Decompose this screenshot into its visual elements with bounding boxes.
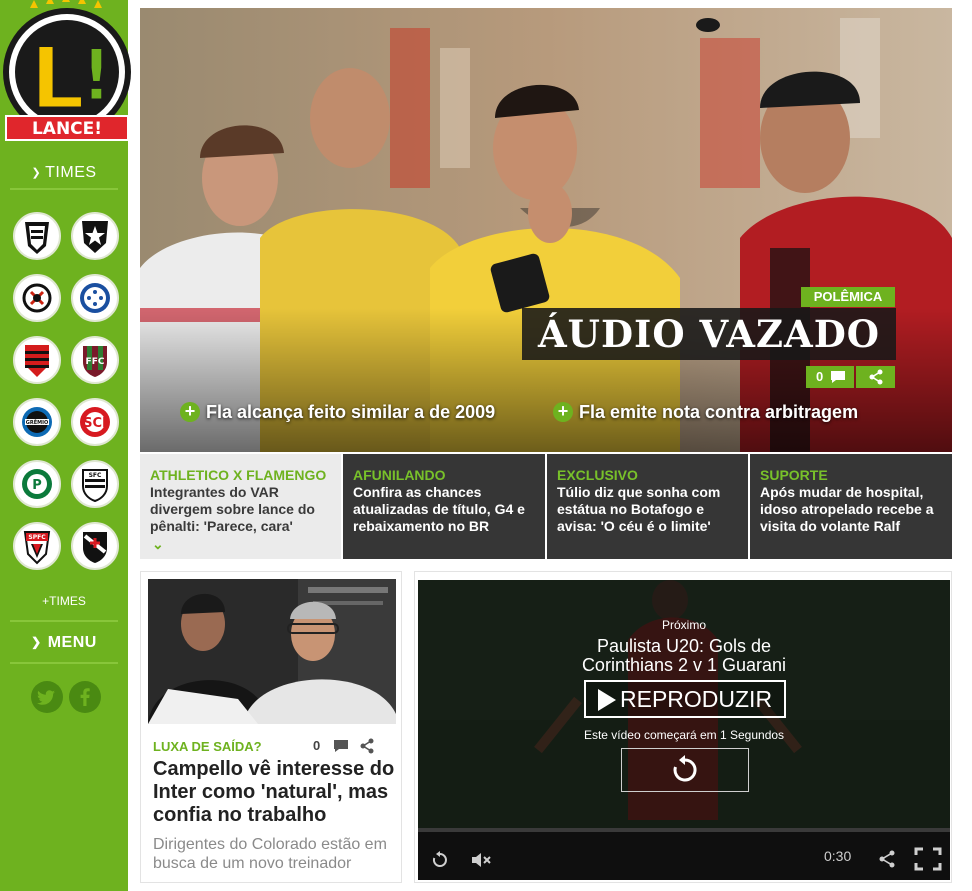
svg-text:SPFC: SPFC xyxy=(28,534,46,541)
sao-paulo-crest-icon[interactable]: SPFC xyxy=(13,522,61,570)
divider xyxy=(10,188,118,190)
plus-icon: + xyxy=(180,402,200,422)
next-video-label: Próximo xyxy=(661,618,706,632)
chevron-right-icon: ❯ xyxy=(31,635,42,649)
card-headline[interactable]: Campello vê interesse do Inter como 'nat… xyxy=(153,758,398,827)
news-tile[interactable]: ATHLETICO X FLAMENGO Integrantes do VAR … xyxy=(140,454,341,559)
plus-icon: + xyxy=(553,402,573,422)
tile-headline: Túlio diz que sonha com estátua no Botaf… xyxy=(557,484,721,534)
svg-text:SCI: SCI xyxy=(83,416,107,431)
news-tile[interactable]: SUPORTE Após mudar de hospital, idoso at… xyxy=(750,454,952,559)
hero-title[interactable]: ÁUDIO VAZADO xyxy=(522,308,896,360)
share-icon[interactable] xyxy=(878,850,896,868)
times-toggle[interactable]: ❯ TIMES xyxy=(0,160,128,186)
video-frame: Próximo Paulista U20: Gols de Corinthian… xyxy=(418,580,950,880)
hero-actions: 0 xyxy=(806,366,895,388)
corinthians-crest-icon[interactable] xyxy=(13,274,61,322)
twitter-icon[interactable] xyxy=(31,681,63,713)
tile-headline: Confira as chances atualizadas de título… xyxy=(353,484,525,534)
chevron-down-icon: ⌄ xyxy=(152,536,164,552)
news-tile[interactable]: EXCLUSIVO Túlio diz que sonha com estátu… xyxy=(547,454,748,559)
divider xyxy=(10,620,118,622)
tile-kicker: AFUNILANDO xyxy=(353,467,446,483)
vasco-crest-icon[interactable] xyxy=(71,522,119,570)
comment-count: 0 xyxy=(816,369,824,384)
sidebar: L ! LANCE! ❯ TIMES FFC GRÊMIO SCI P SFC S… xyxy=(0,0,131,891)
progress-bar[interactable] xyxy=(418,828,950,832)
hero-related-link-1[interactable]: + Fla alcança feito similar a de 2009 xyxy=(180,402,495,423)
video-time: 0:30 xyxy=(824,848,852,864)
next-video-title: Paulista U20: Gols de Corinthians 2 v 1 … xyxy=(581,636,787,675)
atletico-mg-crest-icon[interactable] xyxy=(13,212,61,260)
autoplay-countdown: Este vídeo começará em 1 Segundos xyxy=(583,728,785,742)
menu-button[interactable]: ❯ MENU xyxy=(0,634,128,652)
botafogo-crest-icon[interactable] xyxy=(71,212,119,260)
cruzeiro-crest-icon[interactable] xyxy=(71,274,119,322)
card-photo xyxy=(148,579,396,724)
news-tile[interactable]: AFUNILANDO Confira as chances atualizada… xyxy=(343,454,545,559)
lance-logo[interactable]: L ! LANCE! xyxy=(0,0,134,152)
comment-icon xyxy=(831,371,845,383)
share-button[interactable] xyxy=(856,366,895,388)
tile-kicker: SUPORTE xyxy=(760,467,828,483)
tile-kicker: EXCLUSIVO xyxy=(557,467,638,483)
play-next-button[interactable]: REPRODUZIR xyxy=(584,680,786,718)
comment-icon xyxy=(334,740,348,752)
svg-text:!: ! xyxy=(80,33,113,117)
share-icon[interactable] xyxy=(359,738,375,754)
hero-related-text: Fla emite nota contra arbitragem xyxy=(579,402,859,422)
play-label: REPRODUZIR xyxy=(620,686,773,712)
news-card[interactable]: LUXA DE SAÍDA? 0 Campello vê interesse d… xyxy=(140,571,402,883)
tile-kicker: ATHLETICO X FLAMENGO xyxy=(150,467,327,483)
comment-count: 0 xyxy=(313,738,321,753)
mute-icon[interactable] xyxy=(470,850,494,870)
card-comment-count[interactable]: 0 xyxy=(313,738,374,754)
svg-text:FFC: FFC xyxy=(86,357,105,367)
control-bar xyxy=(418,828,950,880)
hero-related-text: Fla alcança feito similar a de 2009 xyxy=(206,402,496,422)
internacional-crest-icon[interactable]: SCI xyxy=(71,398,119,446)
svg-text:L: L xyxy=(30,29,85,129)
hero-related-link-2[interactable]: + Fla emite nota contra arbitragem xyxy=(553,402,858,423)
hero-tag[interactable]: POLÊMICA xyxy=(801,287,895,307)
share-icon xyxy=(869,369,883,385)
tile-headline: Integrantes do VAR divergem sobre lance … xyxy=(150,484,315,534)
menu-label: MENU xyxy=(47,634,97,651)
svg-text:P: P xyxy=(32,478,42,493)
replay-button[interactable] xyxy=(621,748,749,792)
play-icon xyxy=(598,689,616,711)
flamengo-crest-icon[interactable] xyxy=(13,336,61,384)
gremio-crest-icon[interactable]: GRÊMIO xyxy=(13,398,61,446)
svg-text:SFC: SFC xyxy=(89,472,102,479)
fullscreen-icon[interactable] xyxy=(914,847,942,871)
santos-crest-icon[interactable]: SFC xyxy=(71,460,119,508)
replay-icon xyxy=(673,755,697,782)
divider xyxy=(10,662,118,664)
tile-headline: Após mudar de hospital, idoso atropelado… xyxy=(760,484,934,534)
chevron-down-icon: ❯ xyxy=(31,167,42,179)
svg-text:GRÊMIO: GRÊMIO xyxy=(26,418,48,426)
more-times-link[interactable]: +TIMES xyxy=(0,594,128,608)
comment-count-button[interactable]: 0 xyxy=(806,366,854,388)
facebook-icon[interactable] xyxy=(69,681,101,713)
hero-story[interactable]: POLÊMICA ÁUDIO VAZADO 0 + Fla alcança fei… xyxy=(140,8,952,452)
video-player[interactable]: Próximo Paulista U20: Gols de Corinthian… xyxy=(414,571,952,883)
card-kicker: LUXA DE SAÍDA? xyxy=(153,739,262,754)
card-subtitle: Dirigentes do Colorado estão em busca de… xyxy=(153,836,387,872)
replay-icon[interactable] xyxy=(430,850,450,870)
palmeiras-crest-icon[interactable]: P xyxy=(13,460,61,508)
times-label: TIMES xyxy=(45,164,97,181)
svg-text:LANCE!: LANCE! xyxy=(32,119,102,139)
fluminense-crest-icon[interactable]: FFC xyxy=(71,336,119,384)
